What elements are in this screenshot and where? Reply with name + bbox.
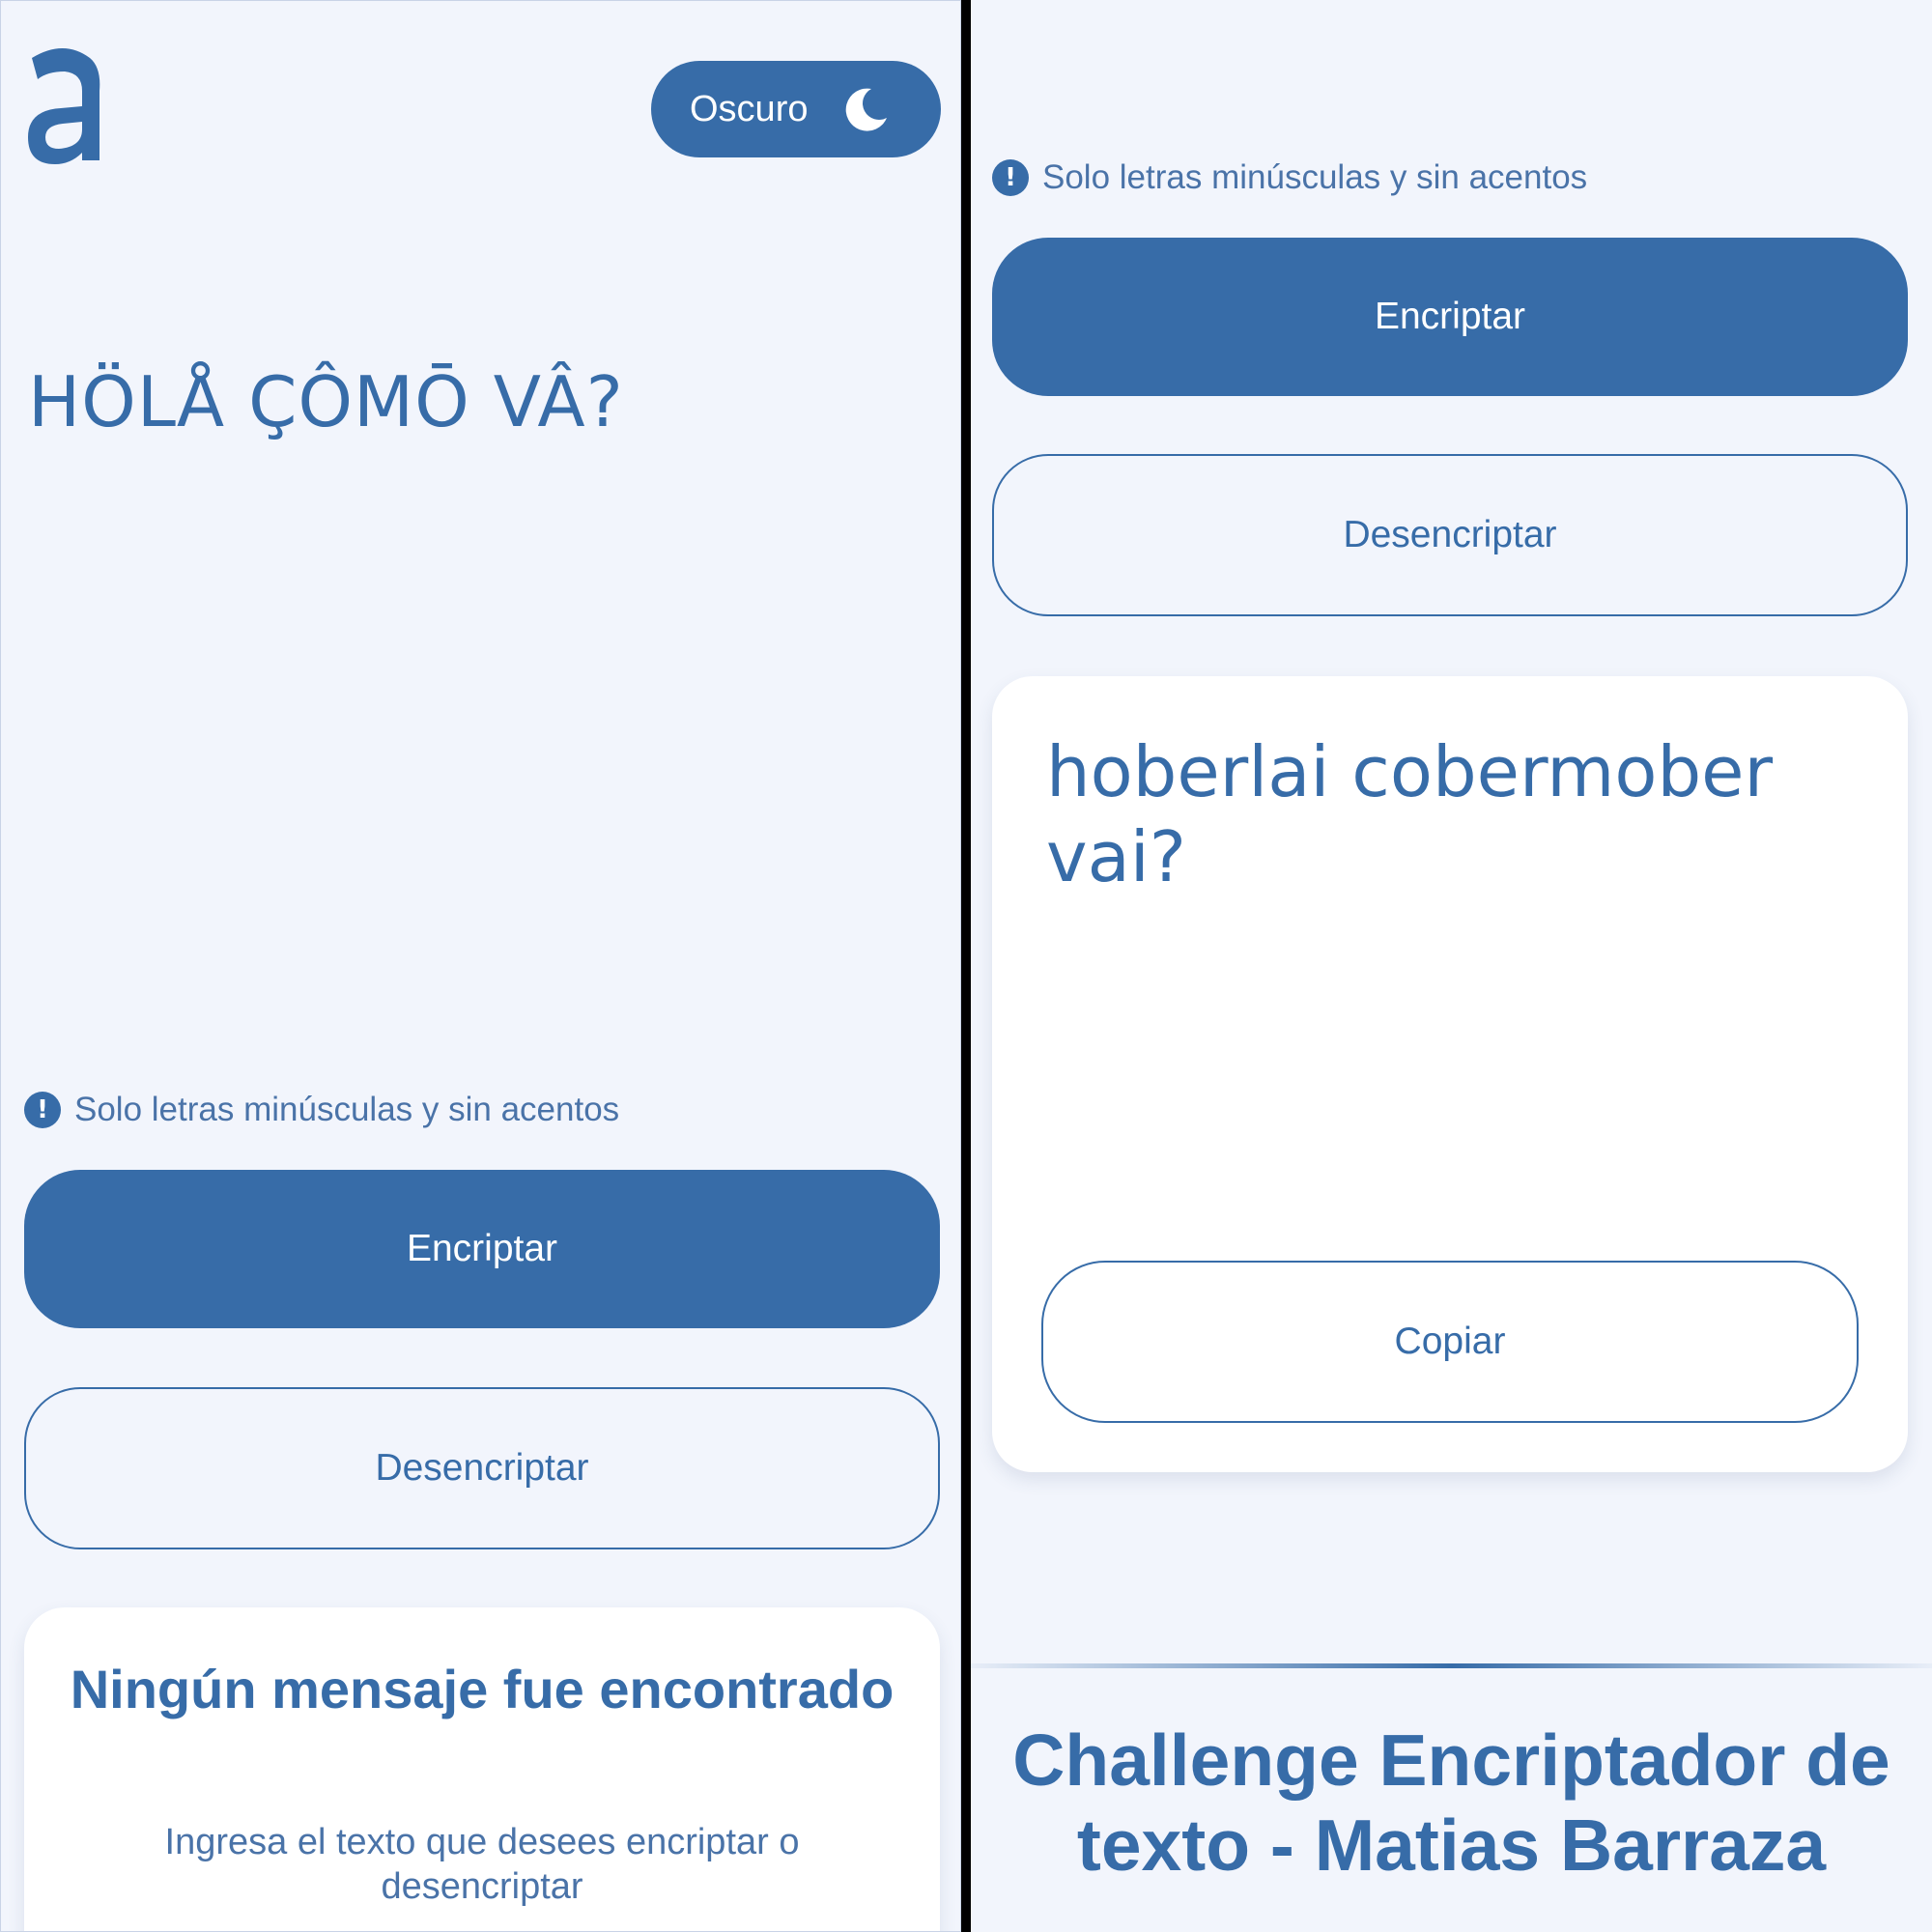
left-screen: Oscuro HÖLÅ ÇÔMŌ VÂ? ! Solo letras minús… (0, 0, 961, 1932)
copy-button[interactable]: Copiar (1041, 1261, 1859, 1423)
info-icon: ! (24, 1092, 61, 1128)
footer-title: Challenge Encriptador de texto - Matias … (1012, 1719, 1890, 1886)
empty-state-card: Ningún mensaje fue encontrado Ingresa el… (24, 1607, 940, 1931)
right-screen: ! Solo letras minúsculas y sin acentos E… (971, 0, 1932, 1932)
input-hint: ! Solo letras minúsculas y sin acentos (24, 1091, 619, 1129)
moon-icon (846, 88, 888, 131)
decrypt-button[interactable]: Desencriptar (992, 454, 1908, 616)
footer-divider (971, 1663, 1932, 1668)
encrypt-button[interactable]: Encriptar (992, 238, 1908, 396)
info-icon: ! (992, 159, 1029, 196)
output-card: hoberlai cobermober vai? Copiar (992, 676, 1908, 1472)
decrypt-button[interactable]: Desencriptar (24, 1387, 940, 1549)
message-input[interactable]: HÖLÅ ÇÔMŌ VÂ? (28, 358, 926, 445)
hint-text: Solo letras minúsculas y sin acentos (74, 1091, 620, 1128)
theme-toggle-label: Oscuro (690, 88, 809, 129)
input-hint: ! Solo letras minúsculas y sin acentos (992, 158, 1587, 197)
empty-state-description: Ingresa el texto que desees encriptar o … (164, 1822, 800, 1907)
output-text: hoberlai cobermober vai? (1046, 731, 1774, 897)
theme-toggle-button[interactable]: Oscuro (651, 61, 941, 157)
empty-state-title: Ningún mensaje fue encontrado (70, 1659, 895, 1719)
app-logo-icon (28, 48, 100, 164)
hint-text: Solo letras minúsculas y sin acentos (1042, 158, 1588, 196)
encrypt-button[interactable]: Encriptar (24, 1170, 940, 1328)
